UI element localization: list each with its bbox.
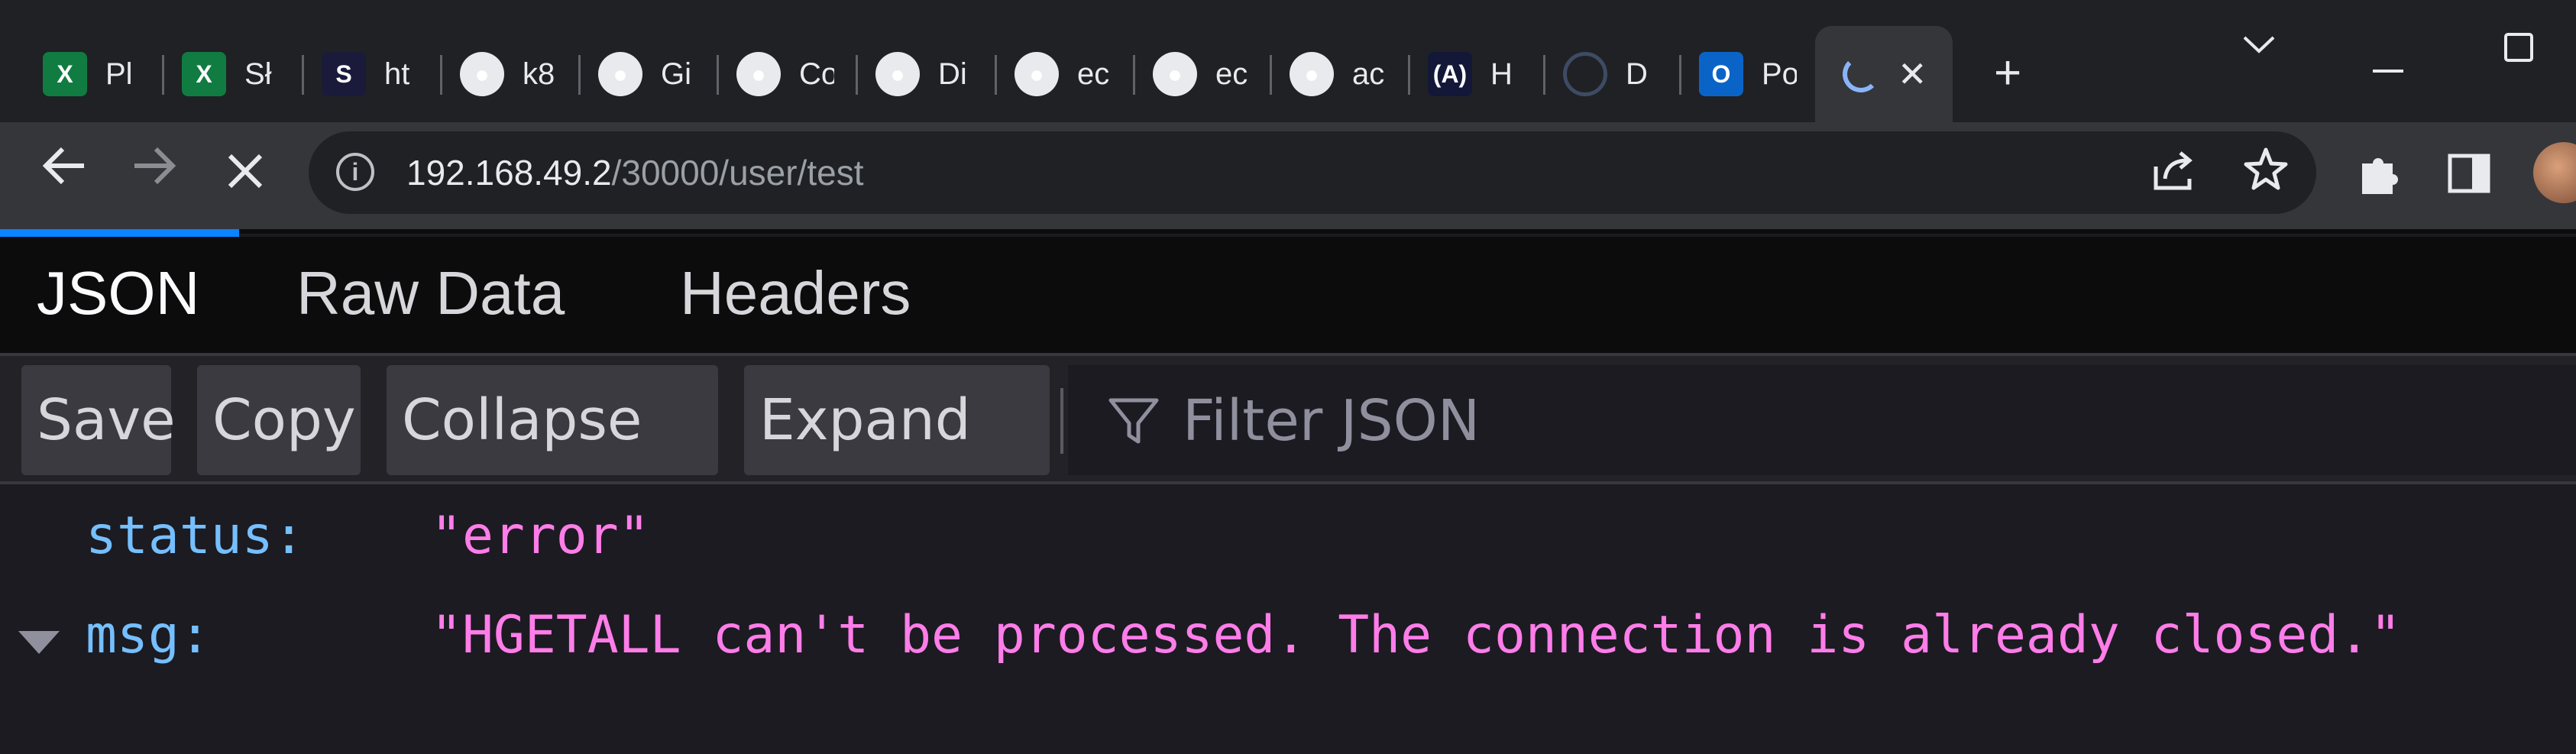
- tab-title: Sł: [244, 57, 272, 91]
- browser-tab[interactable]: D: [1542, 26, 1679, 122]
- tab-title: k8: [523, 57, 555, 91]
- share-icon[interactable]: [2151, 150, 2197, 203]
- json-row-msg[interactable]: msg: "HGETALL can't be processed. The co…: [0, 605, 2576, 697]
- json-toolbar: Save Copy Collapse All Expand All: [0, 356, 2576, 563]
- close-tab-icon[interactable]: ✕: [1898, 53, 1927, 95]
- tab-title: Pl: [105, 57, 133, 91]
- json-tree: status: "error" msg: "HGETALL can't be p…: [0, 484, 2576, 754]
- browser-tab[interactable]: ● Co: [715, 26, 853, 122]
- browser-tab[interactable]: X Pl: [21, 26, 159, 122]
- browser-tab[interactable]: ● k8: [439, 26, 576, 122]
- tab-title: D: [1626, 57, 1648, 91]
- json-row-status[interactable]: status: "error": [0, 506, 2576, 597]
- browser-tab[interactable]: O Po: [1678, 26, 1815, 122]
- github-icon: ●: [1153, 52, 1197, 96]
- filter-funnel-icon: [1106, 394, 1161, 453]
- react-icon: (A): [1428, 52, 1472, 96]
- tab-title: Gi: [661, 57, 691, 91]
- toolbar-divider: [0, 229, 2576, 234]
- tab-headers[interactable]: Headers: [680, 258, 911, 328]
- excel-icon: X: [182, 52, 226, 96]
- stop-loading-icon[interactable]: [226, 145, 264, 202]
- json-value: "error": [431, 506, 650, 566]
- url-text[interactable]: 192.168.49.2/30000/user/test: [406, 152, 863, 193]
- collapse-all-button[interactable]: Collapse All: [387, 365, 718, 563]
- new-tab-button[interactable]: +: [1994, 46, 2021, 100]
- page-load-progress: [0, 229, 239, 237]
- minimize-icon[interactable]: [2373, 41, 2403, 83]
- json-key: msg:: [86, 605, 211, 665]
- copy-button[interactable]: Copy: [197, 365, 361, 475]
- owner-logo-icon: S: [322, 52, 366, 96]
- browser-tab[interactable]: ● ec: [993, 26, 1131, 122]
- browser-tab[interactable]: ● ec: [1131, 26, 1269, 122]
- browser-tab[interactable]: S ht: [300, 26, 438, 122]
- toolbar-separator: [1060, 388, 1063, 454]
- tab-title: ec: [1077, 57, 1110, 91]
- active-browser-tab[interactable]: ✕: [1815, 26, 1953, 122]
- browser-tab[interactable]: ● ac: [1268, 26, 1406, 122]
- back-arrow-icon[interactable]: [40, 142, 87, 199]
- loading-spinner-icon: [1843, 56, 1879, 92]
- address-bar[interactable]: i 192.168.49.2/30000/user/test: [309, 131, 2316, 214]
- github-icon: ●: [1290, 52, 1334, 96]
- browser-tab[interactable]: (A) H: [1406, 26, 1544, 122]
- excel-icon: X: [43, 52, 87, 96]
- tab-title: Po: [1762, 57, 1797, 91]
- tab-raw-data[interactable]: Raw Data: [296, 258, 565, 328]
- outlook-icon: O: [1699, 52, 1743, 96]
- tab-title: Di: [938, 57, 967, 91]
- side-panel-icon[interactable]: [2448, 153, 2490, 204]
- tab-title: Co: [799, 57, 834, 91]
- browser-tab[interactable]: ● Di: [854, 26, 992, 122]
- github-icon: ●: [875, 52, 920, 96]
- bookmark-star-icon[interactable]: [2243, 147, 2289, 203]
- filter-json-input[interactable]: [1181, 365, 2483, 477]
- expand-all-button[interactable]: Expand All: [744, 365, 1050, 563]
- tab-title: ec: [1215, 57, 1248, 91]
- tab-title: H: [1490, 57, 1513, 91]
- json-key: status:: [86, 506, 305, 566]
- github-icon: ●: [1015, 52, 1059, 96]
- save-button[interactable]: Save: [21, 365, 176, 475]
- viewer-tabs: JSON Raw Data Headers: [0, 237, 2576, 356]
- site-info-icon[interactable]: i: [336, 153, 374, 191]
- browser-toolbar: i 192.168.49.2/30000/user/test: [0, 122, 2576, 229]
- tab-search-icon[interactable]: [2241, 23, 2277, 65]
- ring-icon: [1563, 52, 1607, 96]
- collapse-triangle-icon[interactable]: [18, 631, 60, 654]
- tab-json[interactable]: JSON: [37, 258, 199, 328]
- url-path: /30000/user/test: [611, 153, 864, 193]
- github-icon: ●: [598, 52, 642, 96]
- github-icon: ●: [460, 52, 504, 96]
- github-icon: ●: [736, 52, 781, 96]
- browser-tab[interactable]: ● Gi: [577, 26, 714, 122]
- url-host: 192.168.49.2: [406, 153, 612, 193]
- tab-title: ht: [384, 57, 410, 91]
- forward-arrow-icon[interactable]: [131, 142, 179, 199]
- browser-tab[interactable]: X Sł: [160, 26, 298, 122]
- tab-strip: X Pl X Sł S ht ● k8 ● Gi ● Co ● Di ● ec …: [0, 0, 2576, 122]
- extensions-puzzle-icon[interactable]: [2356, 151, 2402, 208]
- maximize-icon[interactable]: [2504, 29, 2533, 71]
- filter-box: [1068, 365, 2576, 477]
- profile-avatar[interactable]: [2533, 142, 2576, 203]
- tab-title: ac: [1352, 57, 1385, 91]
- json-value: "HGETALL can't be processed. The connect…: [431, 605, 2402, 665]
